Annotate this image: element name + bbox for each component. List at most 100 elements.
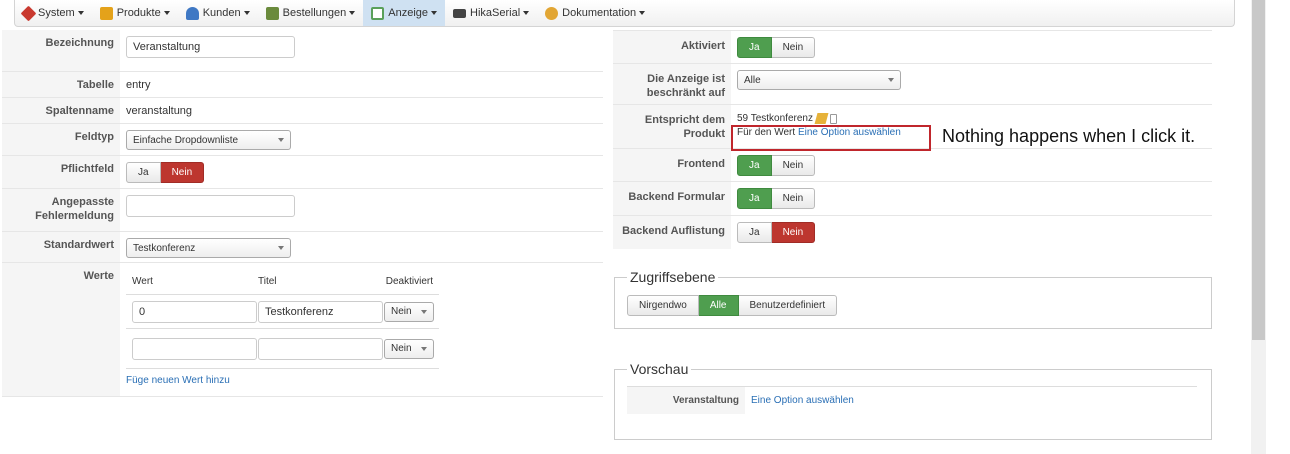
menu-label: Kunden [202,7,241,19]
users-icon [185,6,199,20]
anzeige-label: Die Anzeige ist beschränkt auf [613,64,731,104]
caret-down-icon [77,11,84,15]
caret-down-icon [639,11,646,15]
backend-formular-ja-button[interactable]: Ja [737,188,772,209]
menu-label: System [38,7,75,19]
standardwert-select[interactable]: Testkonferenz [126,238,291,258]
menu-kunden[interactable]: Kunden [178,0,258,26]
display-icon [371,6,385,20]
frontend-nein-button[interactable]: Nein [771,155,816,176]
fehlermeldung-label: Angepasste Fehlermeldung [2,189,120,231]
fehlermeldung-input[interactable] [126,195,295,217]
row-tabelle: Tabelle entry [2,71,603,97]
backend-formular-nein-button[interactable]: Nein [771,188,816,209]
menu-produkte[interactable]: Produkte [92,0,178,26]
row-backend-formular: Backend Formular Ja Nein [613,181,1212,215]
list-icon [265,6,279,20]
werte-label: Werte [2,263,120,396]
aktiviert-nein-button[interactable]: Nein [771,37,816,58]
titel-input[interactable] [258,300,383,323]
menu-system[interactable]: System [15,0,92,26]
zugriff-benutzerdefiniert-button[interactable]: Benutzerdefiniert [738,295,838,316]
add-value-link[interactable]: Füge neuen Wert hinzu [126,369,439,386]
frontend-label: Frontend [613,149,731,181]
bezeichnung-label: Bezeichnung [2,30,120,71]
zugriff-alle-button[interactable]: Alle [698,295,739,316]
annotation-text: Nothing happens when I click it. [942,126,1196,146]
backend-auflistung-toggle: Ja Nein [737,222,816,243]
vorschau-fieldset: Vorschau Veranstaltung Eine Option auswä… [614,361,1212,440]
wert-input[interactable] [132,300,257,323]
chevron-down-icon [421,346,427,351]
deaktiviert-value: Nein [391,306,412,317]
caret-down-icon [163,11,170,15]
deaktiviert-select[interactable]: Nein [384,301,434,322]
row-bezeichnung: Bezeichnung [2,30,603,71]
frontend-ja-button[interactable]: Ja [737,155,772,176]
highlight-box [731,125,931,151]
menu-anzeige[interactable]: Anzeige [363,0,446,26]
zugriff-nirgendwo-button[interactable]: Nirgendwo [627,295,699,316]
zugriffsebene-fieldset: Zugriffsebene Nirgendwo Alle Benutzerdef… [614,269,1212,329]
row-feldtyp: Feldtyp Einfache Dropdownliste [2,123,603,155]
menu-hikaserial[interactable]: HikaSerial [445,0,537,26]
werte-header: Wert Titel Deaktiviert [126,269,439,295]
caret-down-icon [243,11,250,15]
header-titel: Titel [258,276,277,287]
pflichtfeld-label: Pflichtfeld [2,156,120,188]
produkt-value: 59 Testkonferenz [737,113,813,124]
feldtyp-label: Feldtyp [2,124,120,155]
vertical-scrollbar[interactable] [1251,0,1266,454]
bezeichnung-input[interactable] [126,36,295,58]
chevron-down-icon [888,78,894,82]
tabelle-label: Tabelle [2,72,120,97]
spaltenname-label: Spaltenname [2,98,120,123]
zugriffsebene-legend: Zugriffsebene [627,269,719,285]
aktiviert-label: Aktiviert [613,31,731,63]
spaltenname-value: veranstaltung [126,105,193,117]
wert-input[interactable] [132,337,257,360]
chevron-down-icon [421,309,427,314]
backend-auflistung-nein-button[interactable]: Nein [771,222,816,243]
caret-down-icon [349,11,356,15]
backend-auflistung-ja-button[interactable]: Ja [737,222,772,243]
row-fehlermeldung: Angepasste Fehlermeldung [2,188,603,231]
vorschau-label: Veranstaltung [627,387,745,414]
zugriffsebene-toggle: Nirgendwo Alle Benutzerdefiniert [627,295,838,316]
edit-icon[interactable] [814,113,829,124]
backend-formular-label: Backend Formular [613,182,731,215]
aktiviert-ja-button[interactable]: Ja [737,37,772,58]
row-standardwert: Standardwert Testkonferenz [2,231,603,262]
delete-icon[interactable] [829,113,837,124]
row-spaltenname: Spaltenname veranstaltung [2,97,603,123]
feldtyp-select[interactable]: Einfache Dropdownliste [126,130,291,150]
row-backend-auflistung: Backend Auflistung Ja Nein [613,215,1212,249]
menu-bestellungen[interactable]: Bestellungen [258,0,364,26]
help-icon [545,6,559,20]
titel-input[interactable] [258,337,383,360]
top-menubar: System Produkte Kunden Bestellungen Anze… [14,0,1235,27]
vorschau-option-link[interactable]: Eine Option auswählen [745,387,854,414]
wrench-icon [20,5,37,21]
menu-label: Anzeige [388,7,429,19]
menu-label: HikaSerial [470,7,521,19]
pflichtfeld-ja-button[interactable]: Ja [126,162,161,183]
standardwert-label: Standardwert [2,232,120,262]
feldtyp-value: Einfache Dropdownliste [133,134,239,146]
pflichtfeld-nein-button[interactable]: Nein [160,162,205,183]
row-anzeige: Die Anzeige ist beschränkt auf Alle [613,63,1212,104]
menu-label: Dokumentation [562,7,637,19]
scrollbar-thumb[interactable] [1252,0,1265,340]
menu-dokumentation[interactable]: Dokumentation [537,0,653,26]
pflichtfeld-toggle: Ja Nein [126,162,205,183]
caret-down-icon [523,11,530,15]
deaktiviert-select[interactable]: Nein [384,338,434,359]
backend-formular-toggle: Ja Nein [737,188,816,209]
backend-auflistung-label: Backend Auflistung [613,216,731,249]
caret-down-icon [431,11,438,15]
header-deaktiviert: Deaktiviert [385,276,433,287]
produkt-label: Entspricht dem Produkt [613,105,731,148]
header-wert: Wert [132,276,153,287]
anzeige-select[interactable]: Alle [737,70,901,90]
serial-icon [453,8,467,18]
